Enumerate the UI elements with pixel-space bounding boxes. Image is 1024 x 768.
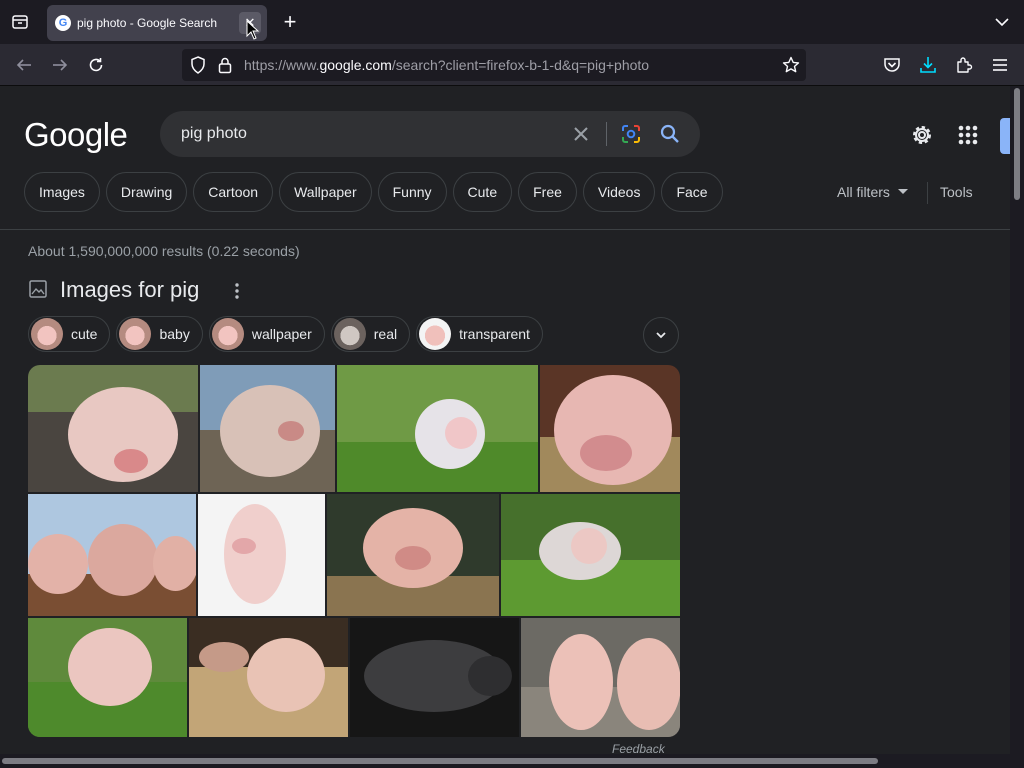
reload-icon[interactable] — [84, 53, 108, 77]
image-result[interactable] — [28, 365, 198, 492]
image-result[interactable] — [540, 365, 680, 492]
chip-cartoon[interactable]: Cartoon — [193, 172, 274, 212]
filter-divider — [927, 182, 928, 204]
horizontal-scrollbar-thumb[interactable] — [2, 758, 878, 764]
mouse-cursor-icon — [246, 20, 260, 40]
search-input[interactable]: pig photo — [181, 125, 247, 143]
chip-wallpaper[interactable]: Wallpaper — [279, 172, 372, 212]
google-g-icon: G — [55, 15, 71, 31]
image-result[interactable] — [200, 365, 335, 492]
image-results-grid — [28, 365, 680, 737]
image-result[interactable] — [189, 618, 348, 737]
all-filters-label: All filters — [837, 184, 890, 200]
menu-hamburger-icon[interactable] — [988, 53, 1012, 77]
refinement-chip-transparent[interactable]: transparent — [416, 316, 543, 352]
settings-gear-icon[interactable] — [909, 122, 935, 148]
header-divider — [0, 229, 1010, 230]
sign-in-button[interactable] — [1000, 118, 1010, 154]
clear-search-icon[interactable] — [570, 123, 592, 145]
search-box[interactable]: pig photo — [160, 111, 700, 157]
google-logo[interactable]: Google — [24, 116, 128, 154]
new-tab-button[interactable]: + — [278, 10, 302, 34]
navigation-toolbar: https://www.google.com/search?client=fir… — [0, 44, 1024, 86]
refinement-chip-cute[interactable]: cute — [28, 316, 111, 352]
chip-funny[interactable]: Funny — [377, 172, 447, 212]
tab-title: pig photo - Google Search — [77, 16, 218, 30]
google-apps-icon[interactable] — [956, 123, 980, 147]
browser-tab[interactable]: G pig photo - Google Search ✕ — [47, 5, 267, 41]
image-result[interactable] — [28, 494, 196, 616]
result-stats: About 1,590,000,000 results (0.22 second… — [28, 243, 300, 259]
url-text[interactable]: https://www.google.com/search?client=fir… — [244, 57, 649, 73]
chip-thumbnail — [31, 318, 63, 350]
chip-videos[interactable]: Videos — [582, 172, 656, 212]
chip-thumbnail — [419, 318, 452, 350]
more-vert-icon[interactable] — [229, 282, 245, 300]
image-result[interactable] — [337, 365, 538, 492]
chip-cute[interactable]: Cute — [452, 172, 513, 212]
list-all-tabs-icon[interactable] — [992, 12, 1012, 32]
chip-images[interactable]: Images — [24, 172, 100, 212]
refinement-label: baby — [159, 326, 190, 342]
images-section-heading[interactable]: Images for pig — [60, 277, 199, 303]
image-icon — [29, 280, 47, 298]
chip-drawing[interactable]: Drawing — [105, 172, 188, 212]
search-icon[interactable] — [659, 123, 681, 145]
tools-button[interactable]: Tools — [940, 184, 973, 200]
refinement-label: transparent — [459, 326, 530, 342]
expand-chevron-icon[interactable] — [643, 317, 679, 353]
chip-face[interactable]: Face — [661, 172, 723, 212]
image-result[interactable] — [501, 494, 680, 616]
google-lens-icon[interactable] — [620, 123, 642, 145]
all-filters-button[interactable]: All filters — [837, 184, 908, 200]
search-divider — [606, 122, 607, 146]
caret-down-icon — [897, 189, 908, 194]
chip-thumbnail — [211, 318, 244, 350]
pocket-icon[interactable] — [880, 53, 904, 77]
refinement-chip-real[interactable]: real — [330, 316, 411, 352]
image-result[interactable] — [521, 618, 680, 737]
lock-icon[interactable] — [218, 56, 232, 79]
feedback-link[interactable]: Feedback — [612, 742, 665, 754]
tab-bar: G pig photo - Google Search ✕ + — [0, 0, 1024, 44]
refinement-chip-wallpaper[interactable]: wallpaper — [208, 316, 325, 352]
search-chips: Images Drawing Cartoon Wallpaper Funny C… — [24, 172, 723, 212]
search-results-page: Google pig photo Images Drawing Cartoon … — [0, 86, 1010, 754]
tracking-protection-shield-icon[interactable] — [190, 56, 206, 79]
firefox-view-icon[interactable] — [8, 10, 32, 34]
refinement-label: real — [373, 326, 398, 342]
downloads-icon[interactable] — [916, 53, 940, 77]
back-icon[interactable] — [12, 53, 36, 77]
refinement-label: cute — [71, 326, 98, 342]
refinement-label: wallpaper — [251, 326, 312, 342]
url-path: /search?client=firefox-b-1-d&q=pig+photo — [391, 57, 650, 73]
image-result[interactable] — [28, 618, 187, 737]
url-bar[interactable]: https://www.google.com/search?client=fir… — [182, 49, 806, 81]
chip-thumbnail — [333, 318, 366, 350]
url-domain: google.com — [319, 57, 392, 73]
forward-icon[interactable] — [48, 53, 72, 77]
image-result[interactable] — [198, 494, 325, 616]
refinement-chips: cute baby wallpaper real transparent — [28, 316, 543, 352]
image-result[interactable] — [350, 618, 519, 737]
chip-free[interactable]: Free — [518, 172, 577, 212]
extensions-icon[interactable] — [952, 53, 976, 77]
refinement-chip-baby[interactable]: baby — [116, 316, 203, 352]
chip-thumbnail — [119, 318, 152, 350]
bookmark-star-icon[interactable] — [782, 56, 800, 79]
image-result[interactable] — [327, 494, 499, 616]
url-prefix: https://www. — [244, 57, 320, 73]
vertical-scrollbar-thumb[interactable] — [1014, 88, 1020, 200]
